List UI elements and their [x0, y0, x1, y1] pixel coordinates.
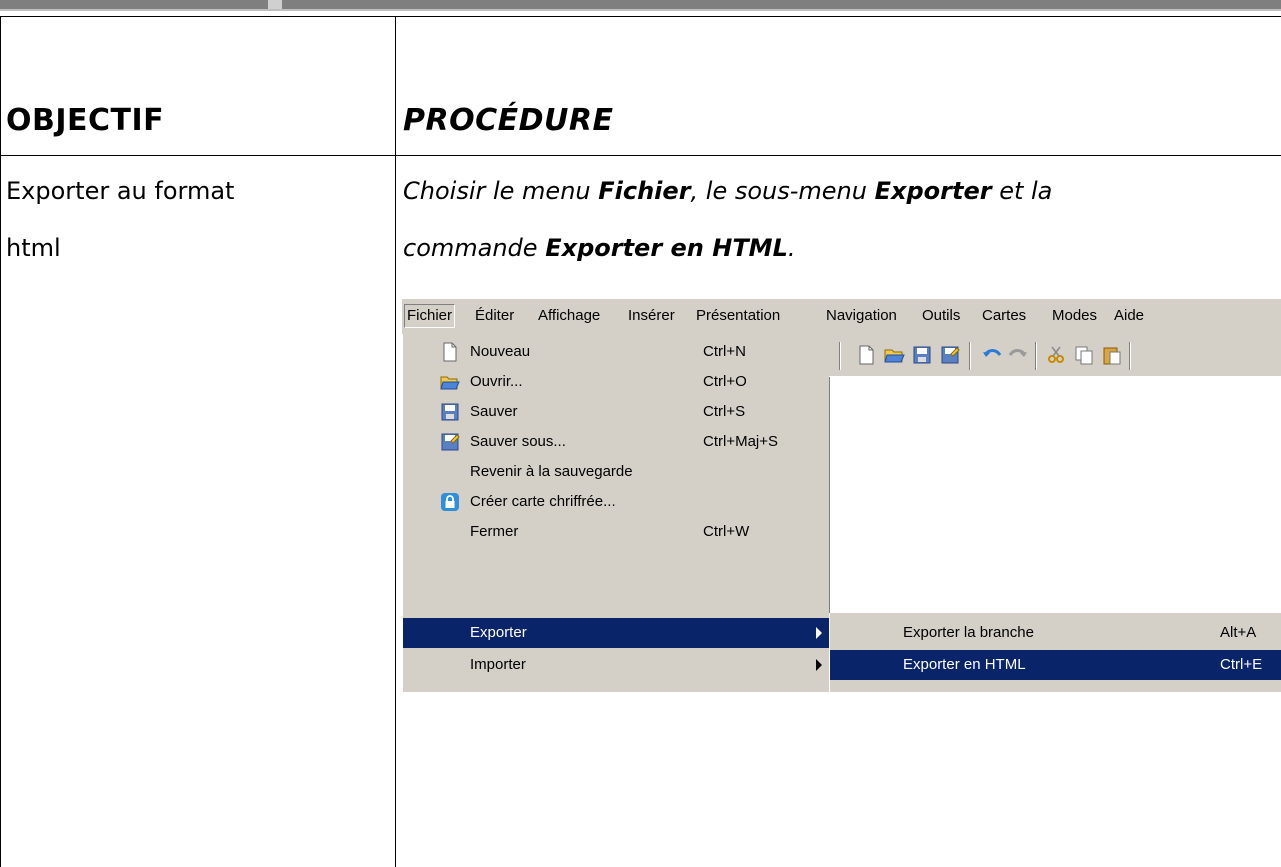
toolbar-separator [969, 342, 971, 370]
table-left-border [0, 16, 1, 867]
lock-icon [441, 493, 459, 511]
paste-icon[interactable] [1101, 344, 1123, 366]
menu-item-shortcut: Ctrl+N [703, 343, 746, 360]
menu-item-shortcut: Ctrl+E [1220, 656, 1263, 673]
procedure-text: Choisir le menu [403, 177, 599, 205]
menu-item-label: Revenir à la sauvegarde [470, 463, 633, 480]
menu-item-shortcut: Ctrl+S [703, 403, 746, 420]
menu-item-label: Nouveau [470, 343, 531, 360]
copy-icon[interactable] [1073, 344, 1095, 366]
procedure-line-1: Choisir le menu Fichier, le sous-menu Ex… [403, 163, 1281, 220]
menu-item-revenir[interactable]: Revenir à la sauvegarde [403, 457, 830, 487]
new-document-icon[interactable] [855, 344, 877, 366]
menu-presentation[interactable]: Présentation [696, 307, 780, 324]
menu-item-sauver-sous[interactable]: Sauver sous... Ctrl+Maj+S [403, 427, 830, 457]
menu-item-label: Fermer [470, 523, 519, 540]
open-folder-icon[interactable] [883, 344, 905, 366]
menu-item-creer-carte-chiffree[interactable]: Créer carte chriffrée... [403, 487, 830, 517]
menu-item-fermer[interactable]: Fermer Ctrl+W [403, 517, 830, 547]
procedure-emph-fichier: Fichier [598, 177, 691, 205]
menu-fichier[interactable]: Fichier [404, 304, 456, 328]
map-canvas[interactable] [829, 377, 1281, 613]
menu-item-label: Sauver [470, 403, 518, 420]
procedure-emph-exporter-html: Exporter en HTML [545, 234, 788, 262]
menu-item-label: Sauver sous... [470, 433, 566, 450]
table-header-divider [0, 155, 1281, 156]
menu-modes[interactable]: Modes [1052, 307, 1097, 324]
top-border [0, 0, 1281, 9]
menu-item-label: Exporter la branche [903, 624, 1034, 641]
menu-item-exporter-html[interactable]: Exporter en HTML Ctrl+E [830, 650, 1281, 680]
menu-item-label: Exporter [470, 624, 527, 641]
menu-item-importer[interactable]: Importer [403, 650, 830, 680]
app-screenshot: Fichier Éditer Affichage Insérer Présent… [402, 299, 1281, 692]
menu-item-ouvrir[interactable]: Ouvrir... Ctrl+O [403, 367, 830, 397]
open-folder-icon [440, 376, 460, 390]
new-document-icon [443, 342, 457, 362]
procedure-emph-exporter: Exporter [874, 177, 992, 205]
procedure-text: . [787, 234, 796, 262]
toolbar-separator [1129, 342, 1131, 370]
table-top-border [0, 16, 1281, 17]
save-as-icon[interactable] [939, 344, 961, 366]
procedure-text: et la [991, 177, 1053, 205]
menu-item-sauver[interactable]: Sauver Ctrl+S [403, 397, 830, 427]
menu-editer[interactable]: Éditer [475, 307, 514, 324]
menu-inserer[interactable]: Insérer [628, 307, 675, 324]
menu-item-exporter-branche[interactable]: Exporter la branche Alt+A [830, 618, 1281, 648]
menu-affichage[interactable]: Affichage [538, 307, 600, 324]
procedure-cell: Choisir le menu Fichier, le sous-menu Ex… [403, 163, 1281, 277]
header-procedure: PROCÉDURE [403, 103, 614, 138]
menu-aide[interactable]: Aide [1114, 307, 1144, 324]
toolbar-separator [1035, 342, 1037, 370]
menu-navigation[interactable]: Navigation [826, 307, 897, 324]
menu-item-label: Exporter en HTML [903, 656, 1026, 673]
menu-item-shortcut: Alt+A [1220, 624, 1257, 641]
menu-outils[interactable]: Outils [922, 307, 960, 324]
menu-item-label: Importer [470, 656, 526, 673]
objectif-line-1: Exporter au format [6, 177, 235, 205]
submenu-arrow-icon [816, 627, 822, 639]
menu-item-shortcut: Ctrl+Maj+S [703, 433, 779, 450]
menu-item-label: Créer carte chriffrée... [470, 493, 616, 510]
table-column-divider [395, 16, 396, 867]
cut-icon[interactable] [1045, 344, 1067, 366]
undo-icon[interactable] [981, 344, 1003, 366]
redo-icon[interactable] [1007, 344, 1029, 366]
objectif-cell: Exporter au format html [6, 163, 386, 277]
procedure-line-2: commande Exporter en HTML. [403, 220, 1281, 277]
top-border-line [0, 9, 1281, 11]
export-submenu: Exporter la branche Alt+A Exporter en HT… [829, 613, 1281, 692]
top-border-marker [268, 0, 282, 9]
menu-bar: Fichier Éditer Affichage Insérer Présent… [402, 299, 1281, 334]
submenu-arrow-icon [816, 659, 822, 671]
save-as-icon [441, 433, 460, 451]
menu-item-shortcut: Ctrl+W [703, 523, 750, 540]
menu-item-label: Ouvrir... [470, 373, 523, 390]
toolbar [829, 334, 1281, 377]
menu-item-exporter[interactable]: Exporter [403, 618, 830, 648]
procedure-text: commande [403, 234, 546, 262]
menu-item-nouveau[interactable]: Nouveau Ctrl+N [403, 337, 830, 367]
header-objectif: OBJECTIF [6, 103, 165, 138]
file-menu: Nouveau Ctrl+N Ouvrir... Ctrl+O Sauver C… [402, 334, 830, 692]
objectif-line-2: html [6, 234, 61, 262]
save-disk-icon[interactable] [911, 344, 933, 366]
menu-cartes[interactable]: Cartes [982, 307, 1026, 324]
toolbar-separator [839, 342, 841, 370]
menu-item-shortcut: Ctrl+O [703, 373, 747, 390]
procedure-text: , le sous-menu [690, 177, 875, 205]
save-disk-icon [441, 403, 459, 421]
